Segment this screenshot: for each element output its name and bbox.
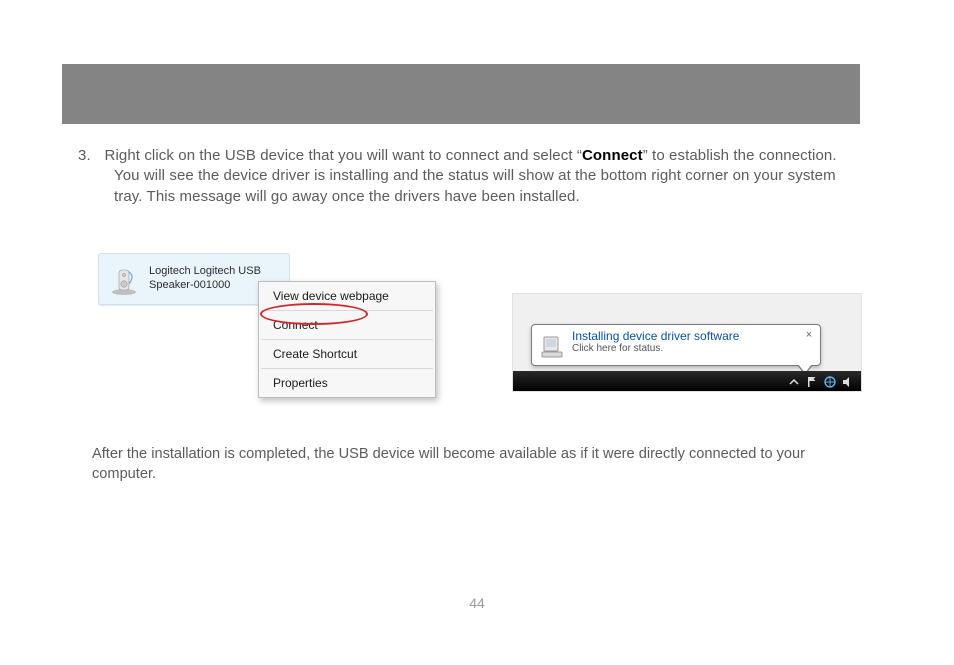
context-menu: View device webpage Connect Create Short… [258, 281, 436, 398]
tray-volume-icon[interactable] [841, 375, 855, 389]
balloon-subtitle: Click here for status. [572, 343, 796, 355]
menu-item-properties[interactable]: Properties [259, 371, 435, 395]
driver-install-balloon[interactable]: Installing device driver software Click … [531, 324, 821, 366]
device-label-line2: Speaker-001000 [149, 279, 230, 291]
step-text-a: Right click on the USB device that you w… [105, 147, 582, 164]
screenshot-device-context-menu: Logitech Logitech USB Speaker-001000 Vie… [92, 247, 442, 401]
device-label: Logitech Logitech USB Speaker-001000 [149, 265, 269, 293]
balloon-close-button[interactable]: × [802, 328, 816, 342]
page-number: 44 [0, 595, 954, 611]
menu-separator [261, 368, 433, 369]
tray-network-icon[interactable] [823, 375, 837, 389]
step-3-text: 3. Right click on the USB device that yo… [96, 146, 860, 207]
menu-item-view-webpage[interactable]: View device webpage [259, 284, 435, 308]
step-bold: Connect [582, 147, 643, 164]
menu-separator [261, 339, 433, 340]
menu-item-connect[interactable]: Connect [259, 313, 435, 337]
system-tray [787, 375, 855, 389]
after-installation-text: After the installation is completed, the… [92, 444, 854, 485]
header-bar [62, 64, 860, 124]
menu-separator [261, 310, 433, 311]
screenshot-tray-notification: Installing device driver software Click … [512, 293, 862, 392]
tray-chevron-icon[interactable] [787, 375, 801, 389]
balloon-title: Installing device driver software [572, 329, 796, 343]
computer-icon [538, 333, 566, 361]
menu-item-create-shortcut[interactable]: Create Shortcut [259, 342, 435, 366]
device-label-line1: Logitech Logitech USB [149, 265, 261, 277]
tray-flag-icon[interactable] [805, 375, 819, 389]
usb-speaker-icon [107, 262, 141, 296]
